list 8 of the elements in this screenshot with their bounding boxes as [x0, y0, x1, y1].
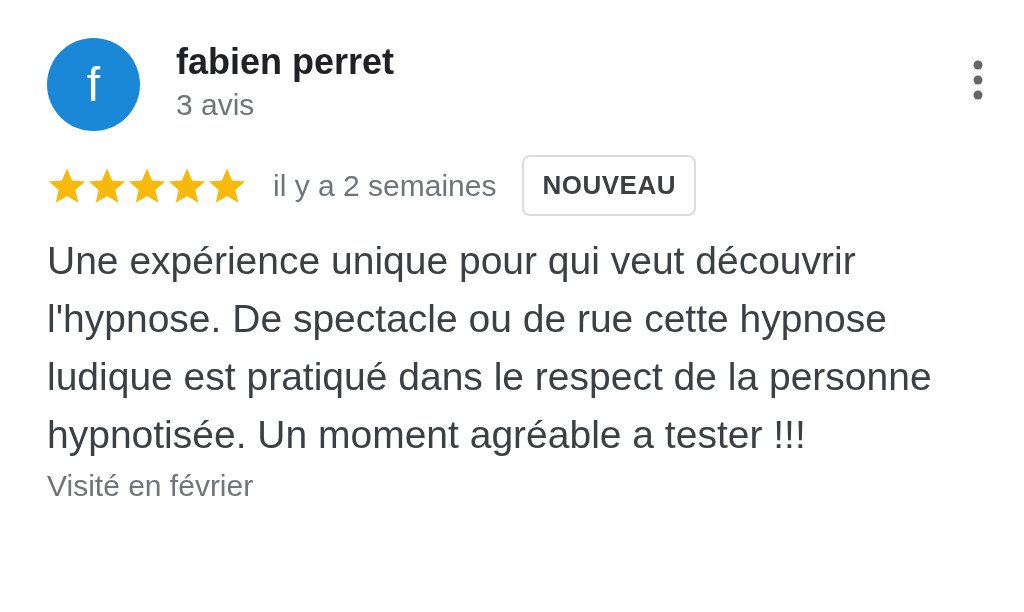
- review-text: Une expérience unique pour qui veut découvrir l'hypnose. De spectacle ou de rue cette hypnose ludique est pratiqué dans le respect de la personne hypnotisée. Un moment agréable a tester !!!: [47, 238, 933, 458]
- visit-date: Visité en février: [47, 468, 255, 504]
- avatar[interactable]: f: [47, 38, 140, 131]
- author-name[interactable]: fabien perret: [176, 41, 395, 83]
- review-date: il y a 2 semaines: [273, 168, 497, 203]
- more-options-icon[interactable]: [972, 60, 984, 100]
- review-count: 3 avis: [176, 87, 256, 123]
- new-badge: NOUVEAU: [522, 155, 696, 216]
